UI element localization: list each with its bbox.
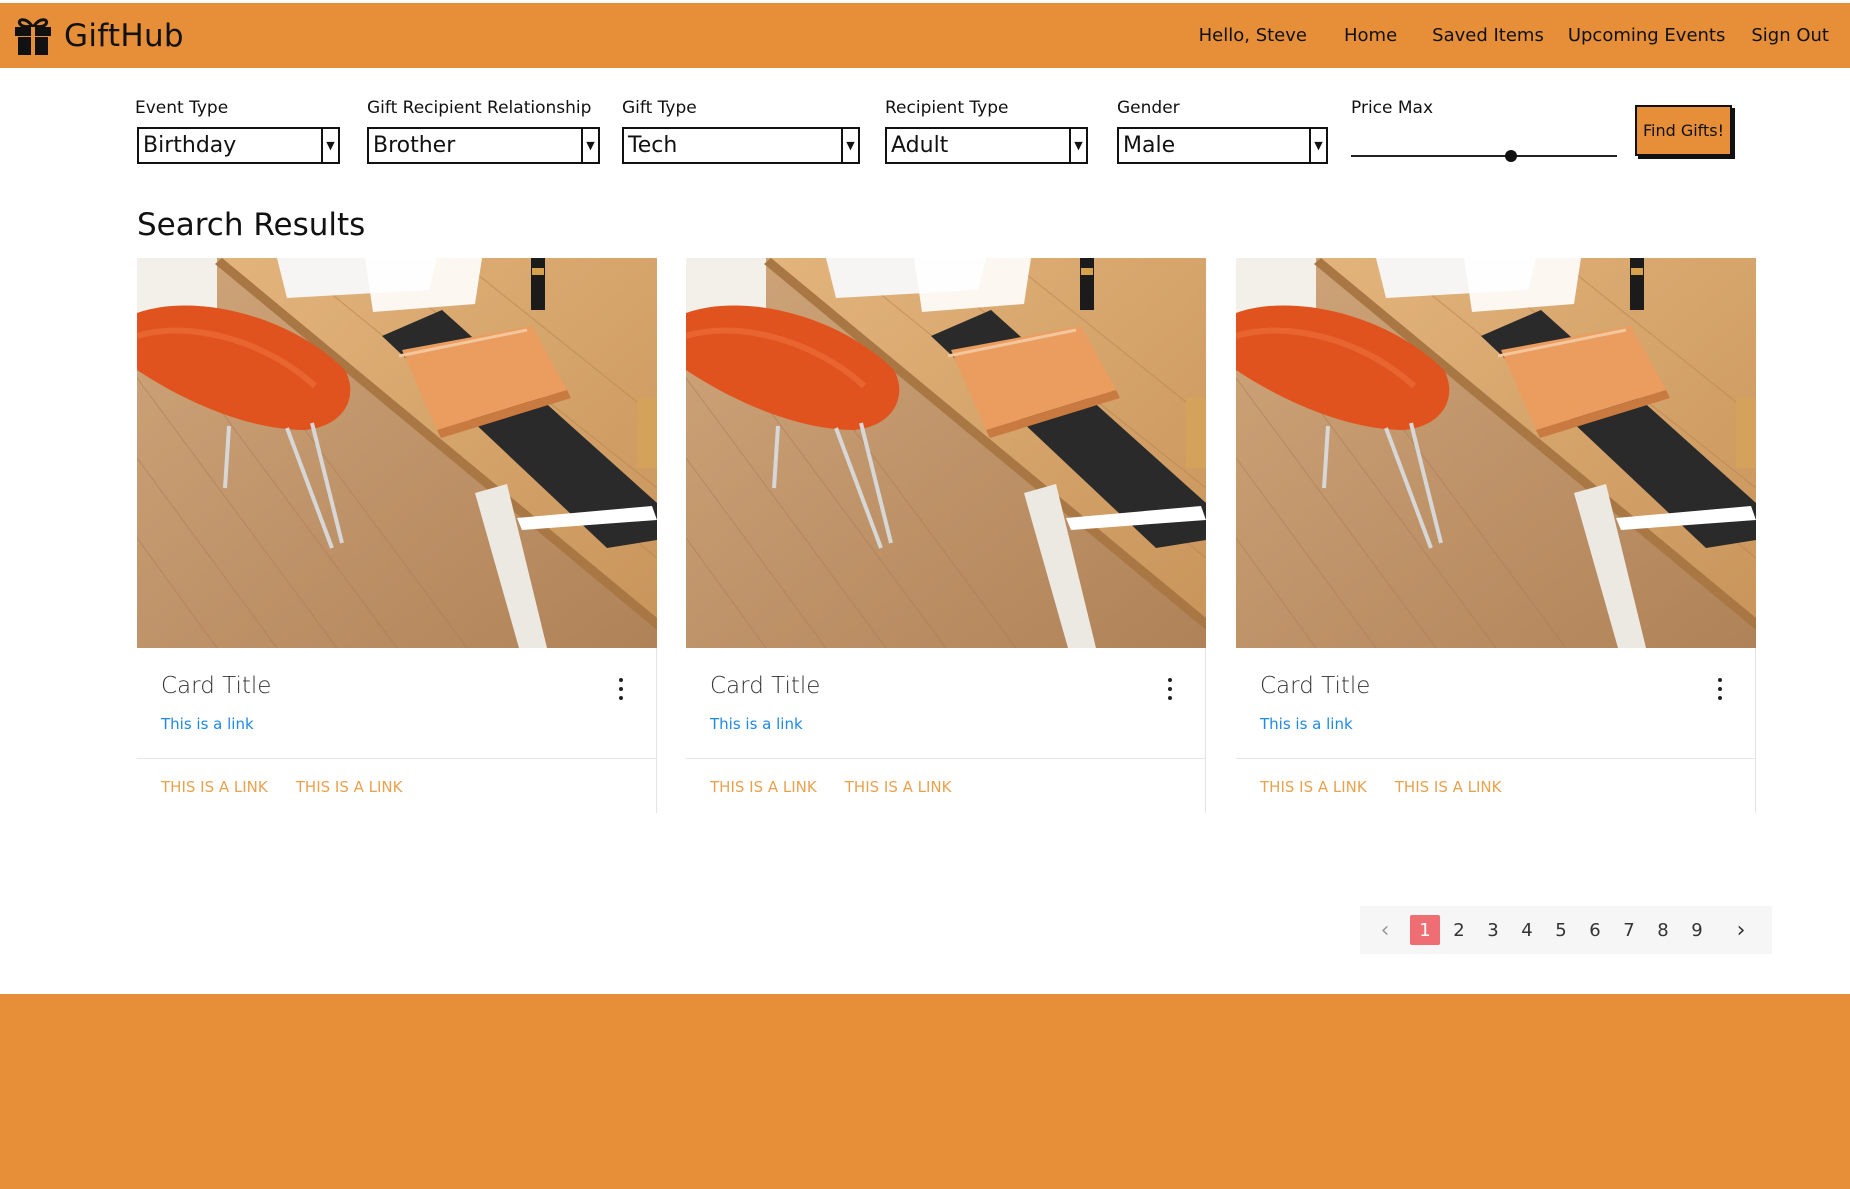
page-8[interactable]: 8 [1648, 915, 1678, 945]
relationship-filter: Gift Recipient Relationship Brother ▼ [367, 97, 600, 164]
dropdown-arrow-icon: ▼ [841, 129, 858, 162]
page-3[interactable]: 3 [1478, 915, 1508, 945]
relationship-label: Gift Recipient Relationship [367, 98, 592, 118]
card-divider [686, 758, 1206, 759]
gift-type-label: Gift Type [622, 98, 697, 118]
more-vert-icon[interactable] [1715, 678, 1725, 700]
gender-filter: Gender Male ▼ [1117, 97, 1328, 164]
page-1[interactable]: 1 [1410, 915, 1440, 945]
page-7[interactable]: 7 [1614, 915, 1644, 945]
page-5[interactable]: 5 [1546, 915, 1576, 945]
dropdown-arrow-icon: ▼ [1069, 129, 1086, 162]
card-action-link[interactable]: THIS IS A LINK [1260, 778, 1367, 796]
top-navbar: GiftHub Hello, Steve Home Saved Items Up… [0, 3, 1850, 68]
card-title: Card Title [710, 673, 821, 699]
find-gifts-button[interactable]: Find Gifts! [1635, 105, 1732, 156]
gender-label: Gender [1117, 98, 1180, 118]
card-divider [137, 758, 657, 759]
nav-sign-out-link[interactable]: Sign Out [1751, 25, 1829, 46]
result-card: Card Title This is a link THIS IS A LINK… [137, 258, 657, 813]
card-actions: THIS IS A LINK THIS IS A LINK [1260, 778, 1530, 796]
card-image[interactable] [686, 258, 1206, 648]
card-action-link[interactable]: THIS IS A LINK [161, 778, 268, 796]
dropdown-arrow-icon: ▼ [321, 129, 338, 162]
gender-value: Male [1123, 133, 1176, 158]
result-card: Card Title This is a link THIS IS A LINK… [686, 258, 1206, 813]
card-title: Card Title [1260, 673, 1371, 699]
price-slider-thumb[interactable] [1504, 150, 1517, 162]
recipient-type-select[interactable]: Adult ▼ [885, 127, 1088, 164]
search-results-heading: Search Results [137, 207, 366, 243]
card-action-link[interactable]: THIS IS A LINK [1395, 778, 1502, 796]
nav-saved-items-link[interactable]: Saved Items [1432, 25, 1544, 46]
result-card: Card Title This is a link THIS IS A LINK… [1236, 258, 1756, 813]
card-link[interactable]: This is a link [710, 715, 803, 733]
card-action-link[interactable]: THIS IS A LINK [710, 778, 817, 796]
more-vert-icon[interactable] [1165, 678, 1175, 700]
card-action-link[interactable]: THIS IS A LINK [296, 778, 403, 796]
card-link[interactable]: This is a link [161, 715, 254, 733]
recipient-type-label: Recipient Type [885, 98, 1009, 118]
gift-type-select[interactable]: Tech ▼ [622, 127, 860, 164]
user-greeting: Hello, Steve [1198, 25, 1307, 46]
relationship-value: Brother [373, 133, 456, 158]
recipient-type-value: Adult [891, 133, 949, 158]
chevron-right-icon[interactable]: › [1730, 918, 1752, 943]
recipient-type-filter: Recipient Type Adult ▼ [885, 97, 1088, 164]
page-4[interactable]: 4 [1512, 915, 1542, 945]
nav-home-link[interactable]: Home [1344, 25, 1397, 46]
nav-upcoming-events-link[interactable]: Upcoming Events [1568, 25, 1726, 46]
price-max-label: Price Max [1351, 98, 1434, 118]
price-max-filter: Price Max [1351, 97, 1617, 167]
more-vert-icon[interactable] [616, 678, 626, 700]
pagination: ‹ 1 2 3 4 5 6 7 8 9 › [1360, 906, 1772, 954]
main-nav: Hello, Steve Home Saved Items Upcoming E… [1199, 3, 1850, 68]
page-footer [0, 994, 1850, 1189]
gift-type-filter: Gift Type Tech ▼ [622, 97, 860, 164]
card-actions: THIS IS A LINK THIS IS A LINK [161, 778, 431, 796]
card-image[interactable] [1236, 258, 1756, 648]
card-actions: THIS IS A LINK THIS IS A LINK [710, 778, 980, 796]
event-type-select[interactable]: Birthday ▼ [137, 127, 340, 164]
card-link[interactable]: This is a link [1260, 715, 1353, 733]
card-image[interactable] [137, 258, 657, 648]
event-type-value: Birthday [143, 133, 237, 158]
price-slider-track[interactable] [1351, 155, 1617, 157]
event-type-label: Event Type [135, 98, 229, 118]
event-type-filter: Event Type Birthday ▼ [135, 97, 340, 164]
brand-name: GiftHub [64, 17, 184, 54]
card-action-link[interactable]: THIS IS A LINK [845, 778, 952, 796]
gift-icon [15, 17, 51, 55]
dropdown-arrow-icon: ▼ [1309, 129, 1326, 162]
relationship-select[interactable]: Brother ▼ [367, 127, 600, 164]
page-6[interactable]: 6 [1580, 915, 1610, 945]
gift-type-value: Tech [628, 133, 678, 158]
chevron-left-icon[interactable]: ‹ [1374, 918, 1396, 943]
card-title: Card Title [161, 673, 272, 699]
search-filters: Event Type Birthday ▼ Gift Recipient Rel… [0, 97, 1850, 172]
page-9[interactable]: 9 [1682, 915, 1712, 945]
dropdown-arrow-icon: ▼ [581, 129, 598, 162]
gender-select[interactable]: Male ▼ [1117, 127, 1328, 164]
card-divider [1236, 758, 1756, 759]
page-2[interactable]: 2 [1444, 915, 1474, 945]
brand-logo[interactable]: GiftHub [12, 15, 184, 57]
